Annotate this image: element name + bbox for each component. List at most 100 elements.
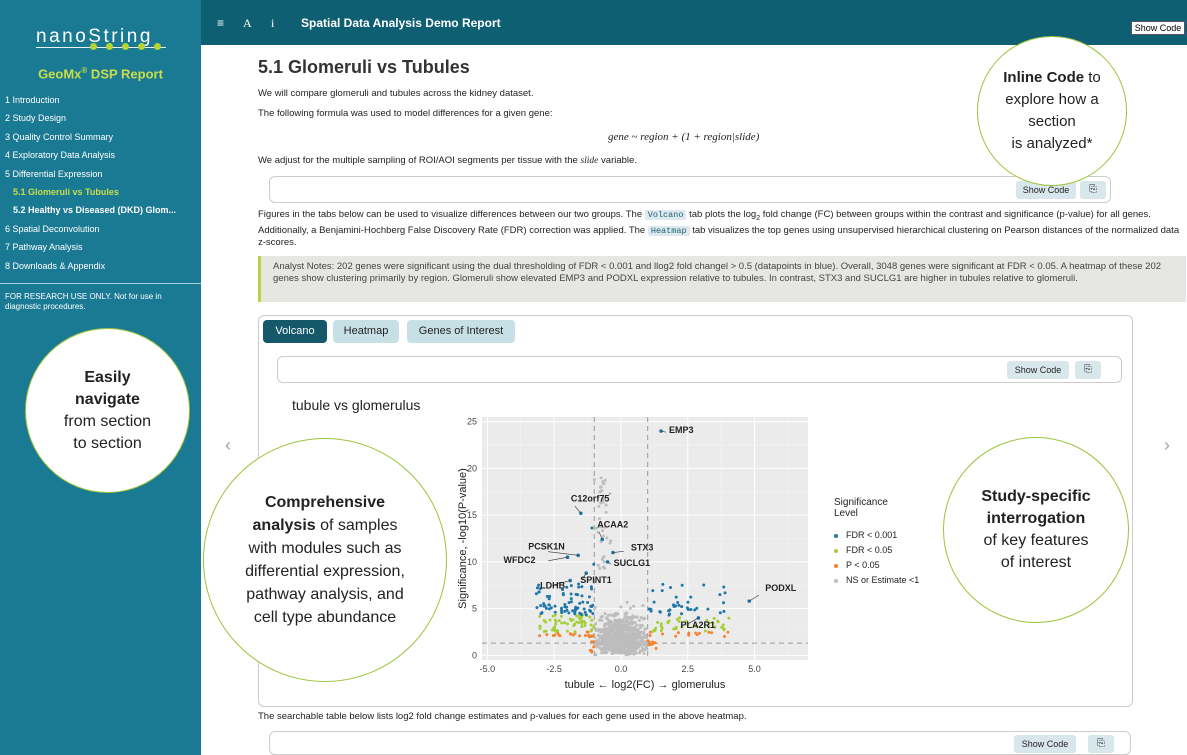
toc-nav: 1 Introduction 2 Study Design 3 Quality … — [0, 91, 201, 275]
data-point — [590, 627, 594, 631]
data-point — [586, 630, 590, 634]
data-point — [594, 641, 598, 645]
data-point — [618, 618, 622, 622]
data-point — [576, 593, 580, 597]
data-point — [658, 610, 662, 614]
data-point — [722, 627, 726, 631]
data-point — [726, 630, 730, 634]
data-point — [630, 647, 634, 651]
data-point — [668, 612, 672, 616]
data-point — [722, 609, 726, 613]
data-point — [591, 634, 595, 638]
data-point — [588, 615, 592, 619]
data-point — [553, 604, 557, 608]
data-point — [608, 631, 612, 635]
gene-label: SPINT1 — [580, 575, 612, 585]
data-point — [620, 637, 624, 641]
data-point — [645, 627, 649, 631]
data-point — [667, 609, 671, 613]
data-point — [632, 652, 636, 656]
data-point — [661, 582, 665, 586]
data-point — [537, 590, 541, 594]
toc-item-pathway-analysis[interactable]: 7 Pathway Analysis — [0, 238, 201, 256]
data-point — [615, 612, 619, 616]
x-axis-label: tubule ← log2(FC) → glomerulus — [565, 679, 726, 691]
data-point — [603, 612, 607, 616]
toc-item-healthy-vs-diseased[interactable]: 5.2 Healthy vs Diseased (DKD) Glom... — [0, 201, 201, 219]
data-point — [600, 636, 604, 640]
data-point — [578, 611, 582, 615]
data-point — [677, 603, 681, 607]
data-point — [634, 647, 638, 651]
data-point — [635, 644, 639, 648]
data-point — [589, 585, 593, 589]
data-point — [601, 629, 605, 633]
data-point — [550, 628, 554, 632]
data-point — [544, 620, 548, 624]
data-point — [647, 642, 651, 646]
toc-item-study-design[interactable]: 2 Study Design — [0, 109, 201, 127]
data-point — [573, 622, 577, 626]
data-point — [616, 628, 620, 632]
data-point — [642, 643, 646, 647]
data-point — [607, 618, 611, 622]
data-point — [590, 526, 594, 530]
data-point — [548, 618, 552, 622]
data-point — [565, 622, 569, 626]
data-point — [637, 618, 641, 622]
toc-item-exploratory[interactable]: 4 Exploratory Data Analysis — [0, 146, 201, 164]
logo-dot — [90, 43, 97, 50]
highlighted-gene-point — [600, 537, 605, 542]
toc-item-differential-expression[interactable]: 5 Differential Expression — [0, 165, 201, 183]
data-point — [569, 584, 573, 588]
toc-item-spatial-deconvolution[interactable]: 6 Spatial Deconvolution — [0, 220, 201, 238]
menu-icon[interactable]: ≡ — [217, 16, 224, 30]
gene-label: PODXL — [765, 583, 797, 593]
data-point — [674, 634, 678, 638]
data-point — [613, 632, 617, 636]
data-point — [607, 647, 611, 651]
data-point — [627, 643, 631, 647]
logo-underline — [36, 47, 166, 48]
data-point — [627, 616, 631, 620]
data-point — [558, 634, 562, 638]
data-point — [583, 634, 587, 638]
data-point — [659, 622, 663, 626]
logo-dot — [106, 43, 113, 50]
data-point — [594, 622, 598, 626]
global-show-code-button[interactable]: Show Code — [1131, 21, 1185, 35]
data-point — [567, 601, 571, 605]
data-point — [597, 629, 601, 633]
data-point — [538, 614, 542, 618]
highlighted-gene-point — [568, 578, 572, 583]
toc-item-downloads[interactable]: 8 Downloads & Appendix — [0, 257, 201, 275]
data-point — [631, 627, 635, 631]
data-point — [649, 609, 653, 613]
data-point — [597, 504, 601, 508]
data-point — [601, 646, 605, 650]
data-point — [553, 629, 557, 633]
data-point — [601, 534, 605, 538]
data-point — [610, 651, 614, 655]
toc-item-glomeruli-vs-tubules[interactable]: 5.1 Glomeruli vs Tubules — [0, 183, 201, 201]
info-icon[interactable]: i — [271, 16, 274, 31]
data-point — [651, 640, 655, 644]
gene-label: C12orf75 — [571, 493, 610, 503]
data-point — [606, 641, 610, 645]
x-tick-label: 0.0 — [615, 664, 628, 674]
font-settings-icon[interactable]: A — [243, 16, 252, 31]
data-point — [600, 618, 604, 622]
data-point — [628, 606, 632, 610]
data-point — [602, 642, 606, 646]
data-point — [626, 652, 630, 656]
data-point — [710, 631, 714, 635]
data-point — [633, 643, 637, 647]
data-point — [575, 607, 579, 611]
toc-item-introduction[interactable]: 1 Introduction — [0, 91, 201, 109]
data-point — [586, 601, 590, 605]
toc-item-qc-summary[interactable]: 3 Quality Control Summary — [0, 128, 201, 146]
data-point — [565, 629, 569, 633]
logo-dot — [122, 43, 129, 50]
data-point — [577, 585, 581, 589]
data-point — [689, 608, 693, 612]
